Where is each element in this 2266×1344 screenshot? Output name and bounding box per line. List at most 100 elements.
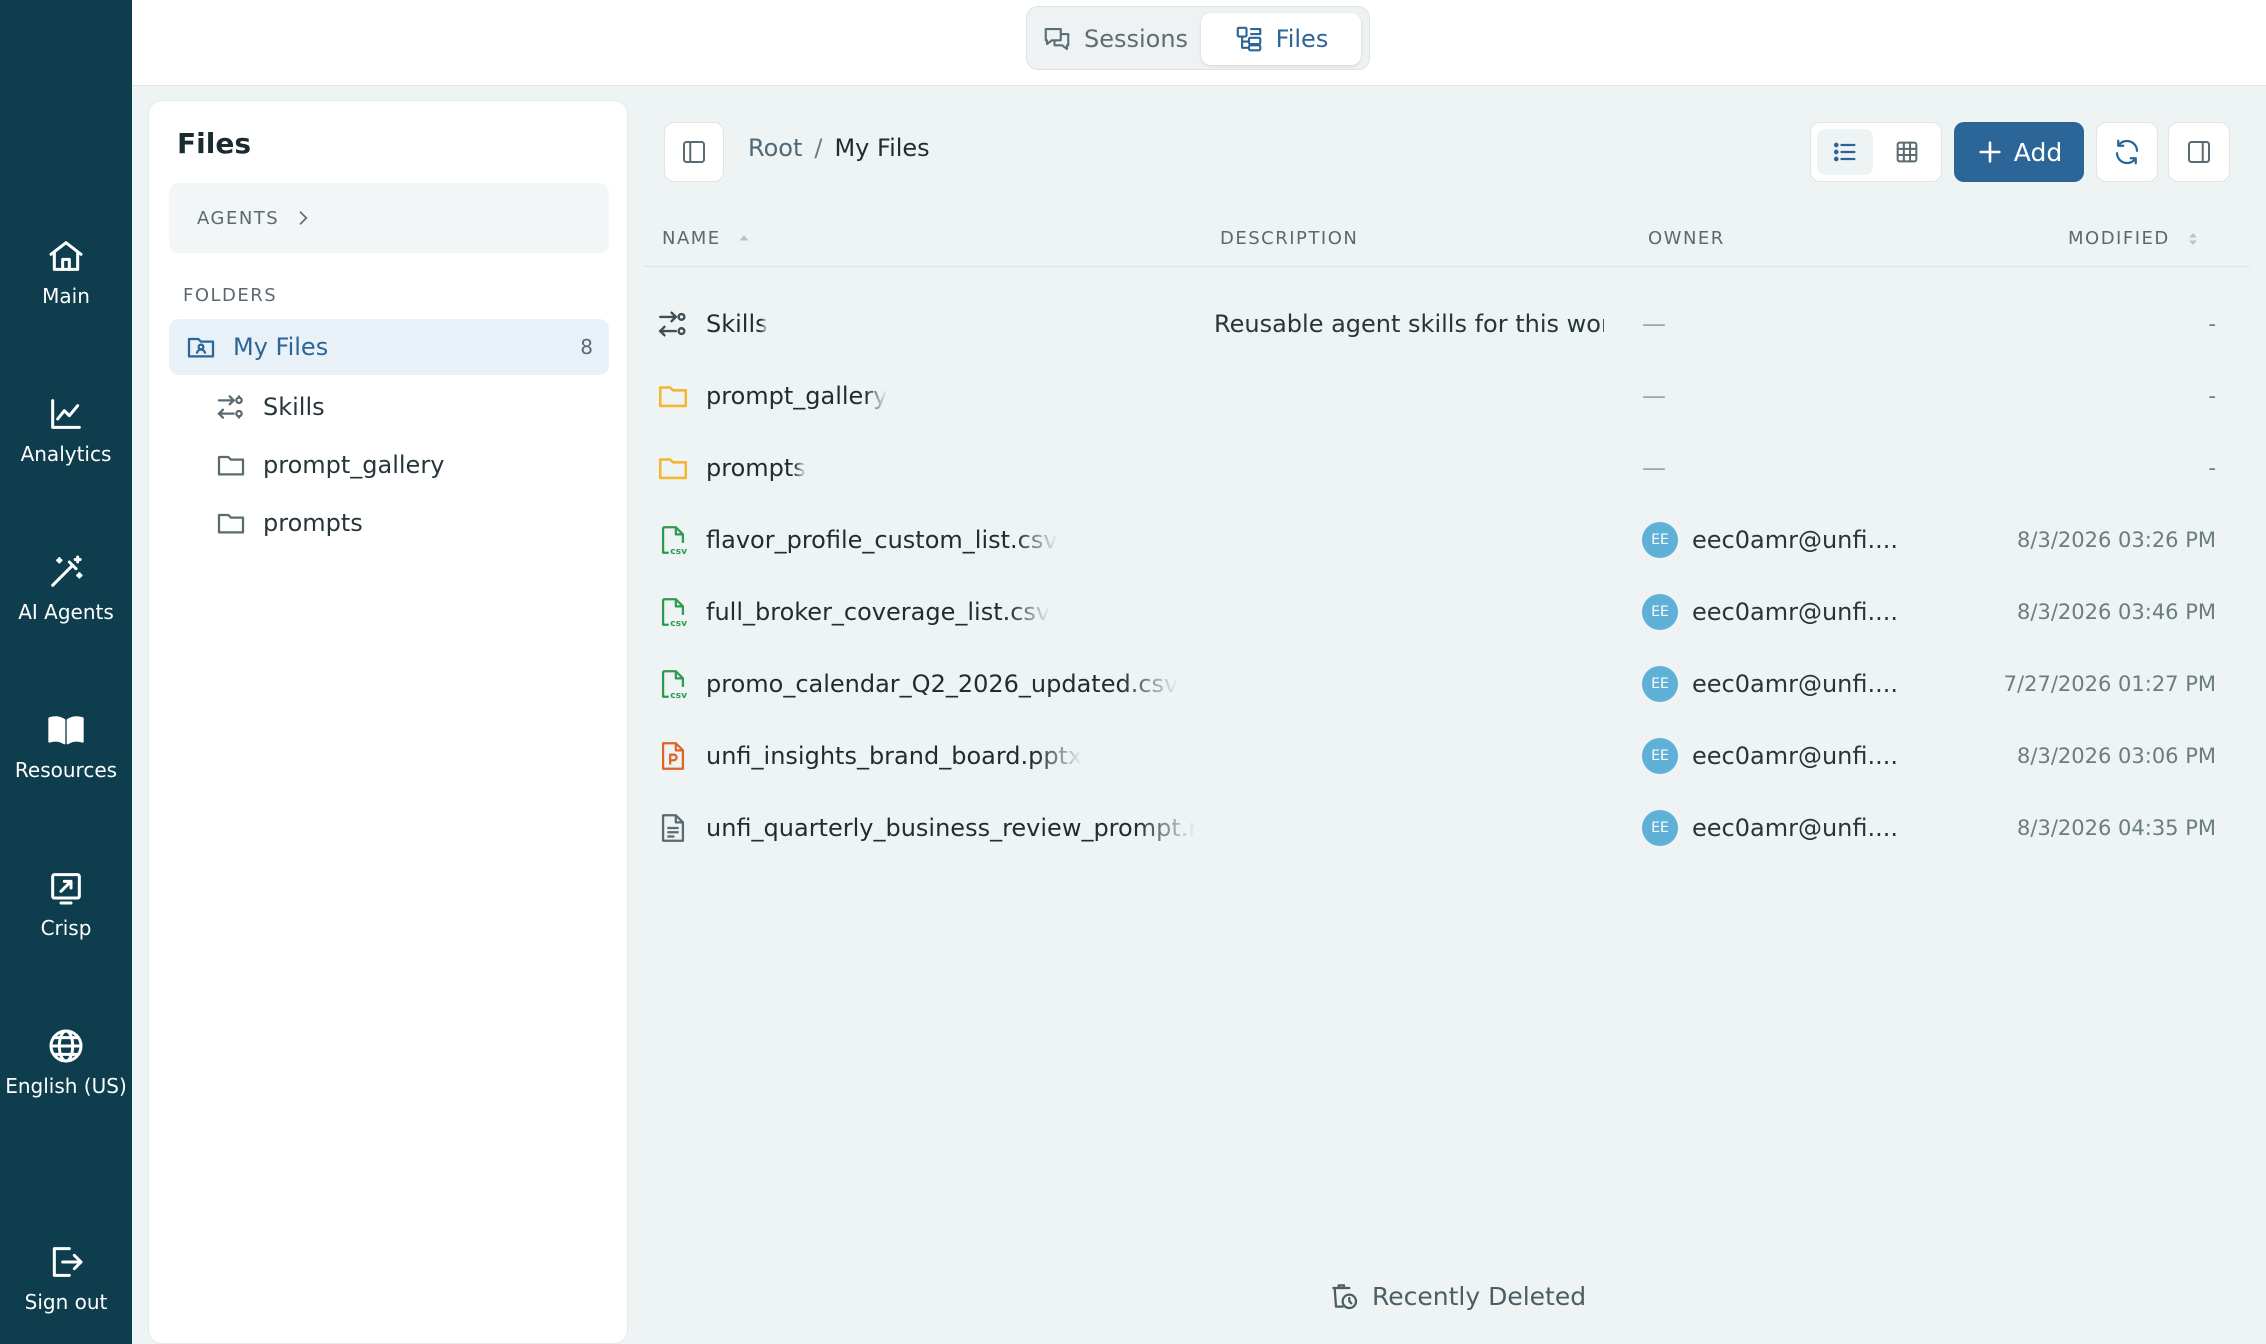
name-cell: prompt_gallery	[656, 360, 1196, 432]
column-header-description-label: DESCRIPTION	[1220, 228, 1359, 249]
tree-item-label: prompt_gallery	[263, 451, 445, 479]
file-description	[1214, 432, 1604, 504]
sidebar-toggle-button[interactable]	[664, 122, 724, 182]
owner-cell: —	[1642, 360, 1666, 432]
modified-value: 8/3/2026 03:46 PM	[2017, 600, 2216, 624]
nav-main[interactable]: Main	[0, 236, 132, 308]
folder-my-files[interactable]: My Files 8	[169, 319, 609, 375]
table-row[interactable]: unfi_quarterly_business_review_prompt.md…	[644, 792, 2250, 864]
tree-item-prompt-gallery[interactable]: prompt_gallery	[215, 441, 444, 489]
user-folder-icon	[187, 337, 215, 358]
grid-icon	[1896, 141, 1918, 163]
column-header-owner: OWNER	[1648, 228, 1725, 249]
owner-cell: —	[1642, 288, 1666, 360]
nav-analytics[interactable]: Analytics	[0, 394, 132, 466]
recently-deleted-button[interactable]: Recently Deleted	[1328, 1280, 1586, 1312]
file-name: Skills	[706, 310, 768, 338]
home-icon	[49, 241, 83, 271]
folders-heading: FOLDERS	[183, 285, 278, 306]
column-header-modified[interactable]: MODIFIED	[2068, 228, 2202, 249]
add-button-label: Add	[2013, 137, 2063, 167]
owner-cell: EE eec0amr@unfi....	[1642, 576, 1898, 648]
owner-value: —	[1642, 310, 1666, 338]
column-header-name[interactable]: NAME	[662, 228, 753, 249]
tree-item-prompts[interactable]: prompts	[215, 499, 363, 547]
refresh-icon	[2115, 139, 2139, 165]
nav-ai-agents-label: AI Agents	[18, 600, 114, 624]
modified-value: 8/3/2026 03:06 PM	[2017, 744, 2216, 768]
owner-value: eec0amr@unfi....	[1692, 742, 1899, 770]
nav-crisp-label: Crisp	[40, 916, 92, 940]
tree-item-label: Skills	[263, 393, 325, 421]
file-name: promo_calendar_Q2_2026_updated.csv	[706, 670, 1179, 698]
name-cell: unfi_quarterly_business_review_prompt.md	[656, 792, 1196, 864]
external-link-icon	[51, 873, 81, 905]
nav-ai-agents[interactable]: AI Agents	[0, 552, 132, 624]
owner-value: eec0amr@unfi....	[1692, 814, 1899, 842]
table-row[interactable]: unfi_insights_brand_board.pptx EE eec0am…	[644, 720, 2250, 792]
sort-asc-icon	[739, 234, 749, 240]
agents-label: AGENTS	[197, 207, 280, 229]
panel-toggle-button[interactable]	[2168, 122, 2230, 182]
sidebar-icon	[683, 141, 705, 163]
table-row[interactable]: Skills Reusable agent skills for this wo…	[644, 288, 2250, 360]
refresh-button[interactable]	[2096, 122, 2158, 182]
list-view-button[interactable]	[1817, 129, 1873, 175]
nav-resources[interactable]: Resources	[0, 710, 132, 782]
tree-item-skills[interactable]: Skills	[215, 383, 325, 431]
name-cell: csv full_broker_coverage_list.csv	[656, 576, 1196, 648]
file-name: prompts	[706, 454, 806, 482]
chevron-right-icon	[299, 211, 308, 225]
file-description: Reusable agent skills for this wor...	[1214, 310, 1604, 338]
top-bar: Sessions Files	[132, 0, 2266, 86]
owner-value: —	[1642, 382, 1666, 410]
tab-files[interactable]: Files	[1201, 13, 1361, 65]
name-cell: prompts	[656, 432, 1196, 504]
column-header-name-label: NAME	[662, 228, 721, 249]
tab-files-label: Files	[1275, 25, 1329, 53]
owner-cell: EE eec0amr@unfi....	[1642, 504, 1898, 576]
document-icon	[661, 814, 685, 842]
file-name: unfi_quarterly_business_review_prompt.md	[706, 814, 1196, 842]
csv-file-icon: csv	[661, 670, 687, 701]
file-name: flavor_profile_custom_list.csv	[706, 526, 1058, 554]
table-row[interactable]: csv flavor_profile_custom_list.csv EE ee…	[644, 504, 2250, 576]
avatar: EE	[1642, 810, 1678, 846]
csv-file-icon: csv	[661, 526, 687, 557]
avatar: EE	[1642, 738, 1678, 774]
nav-language-label: English (US)	[5, 1074, 127, 1098]
csv-file-icon: csv	[661, 598, 687, 629]
left-nav: Main Analytics AI Agents Resources Crisp…	[0, 0, 132, 1344]
svg-text:csv: csv	[670, 690, 687, 701]
grid-view-button[interactable]	[1879, 129, 1935, 175]
nav-analytics-label: Analytics	[20, 442, 112, 466]
plus-icon	[1979, 141, 2001, 163]
breadcrumb-root[interactable]: Root	[748, 134, 802, 162]
svg-text:csv: csv	[670, 618, 687, 629]
skills-icon	[217, 395, 243, 419]
avatar: EE	[1642, 522, 1678, 558]
owner-value: eec0amr@unfi....	[1692, 670, 1899, 698]
table-row[interactable]: csv promo_calendar_Q2_2026_updated.csv E…	[644, 648, 2250, 720]
file-description	[1214, 360, 1604, 432]
file-tree-icon	[1236, 26, 1261, 52]
tab-sessions[interactable]: Sessions	[1035, 13, 1195, 65]
folder-icon	[658, 458, 688, 480]
add-button[interactable]: Add	[1954, 122, 2084, 182]
table-row[interactable]: prompt_gallery — -	[644, 360, 2250, 432]
nav-sign-out[interactable]: Sign out	[0, 1242, 132, 1314]
folder-my-files-count: 8	[580, 335, 593, 359]
table-row[interactable]: prompts — -	[644, 432, 2250, 504]
agents-section-button[interactable]: AGENTS	[169, 183, 609, 253]
table-row[interactable]: csv full_broker_coverage_list.csv EE eec…	[644, 576, 2250, 648]
modified-value: 8/3/2026 03:26 PM	[2017, 528, 2216, 552]
nav-crisp[interactable]: Crisp	[0, 868, 132, 940]
folder-icon	[658, 386, 688, 408]
owner-cell: —	[1642, 432, 1666, 504]
view-toggle	[1810, 122, 1942, 182]
file-name: unfi_insights_brand_board.pptx	[706, 742, 1083, 770]
nav-sign-out-label: Sign out	[24, 1290, 108, 1314]
book-icon	[48, 716, 84, 745]
chart-line-icon	[51, 399, 81, 429]
nav-language[interactable]: English (US)	[0, 1026, 132, 1098]
